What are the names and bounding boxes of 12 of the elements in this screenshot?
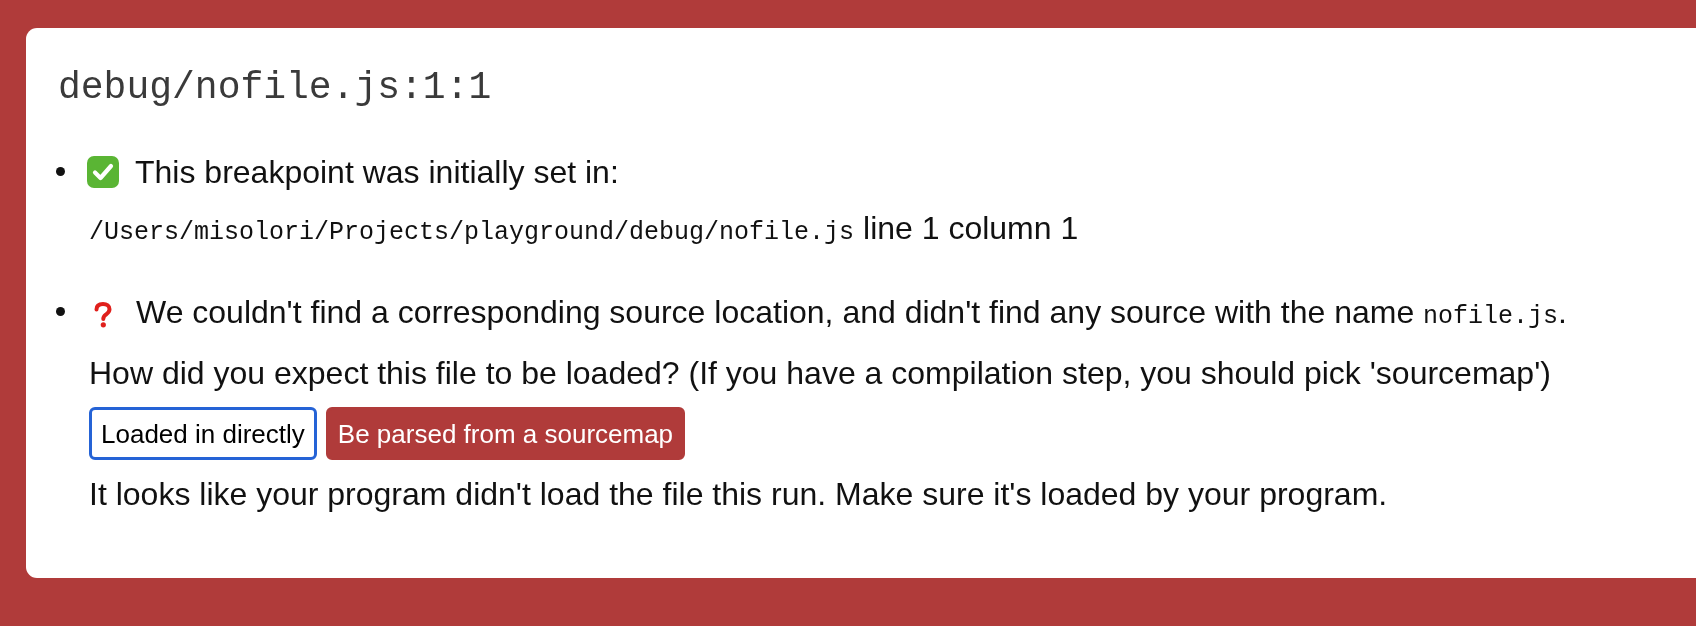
load-option-button[interactable]: Be parsed from a sourcemap: [325, 407, 686, 460]
load-option-button[interactable]: Loaded in directly: [89, 407, 317, 460]
detail-text: How did you expect this file to be loaded? (If you have a compilation step, you should pick 'sourcemap'): [89, 354, 1552, 393]
status-message: This breakpoint was initially set in:: [135, 153, 619, 192]
detail-text: /Users/misolori/Projects/playground/debug/nofile.js line 1 column 1: [89, 209, 1079, 249]
bullet-icon: [56, 307, 65, 316]
bullet-icon: [56, 167, 65, 176]
question-mark-icon: [93, 301, 113, 328]
check-icon: [87, 156, 119, 188]
status-message: We couldn't find a corresponding source location, and didn't find any source with the name nofile.js.: [136, 293, 1567, 333]
file-location-title: debug/nofile.js:1:1: [58, 65, 493, 111]
detail-text: It looks like your program didn't load the file this run. Make sure it's loaded by your program.: [89, 475, 1389, 514]
